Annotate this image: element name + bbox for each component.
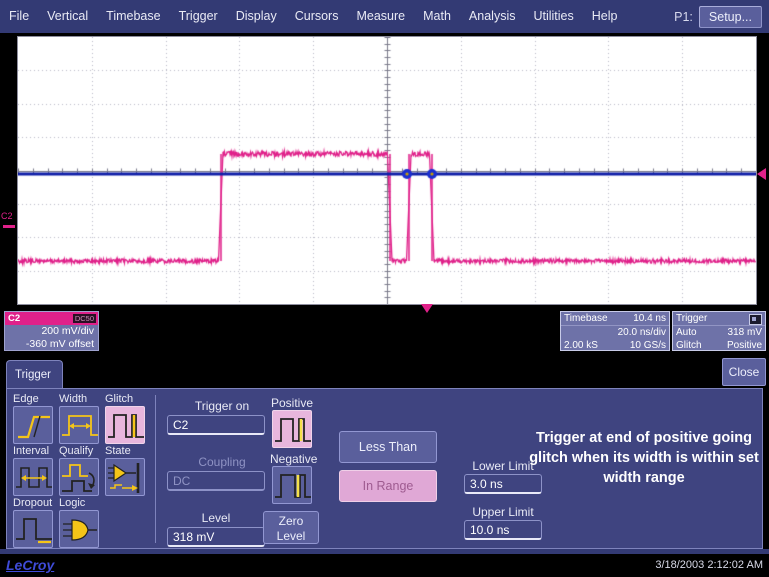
trigger-type-state[interactable]: State <box>105 445 147 496</box>
channel-trace-label: C2 <box>1 212 13 221</box>
timestamp: 3/18/2003 2:12:02 AM <box>655 559 763 571</box>
trigger-type-qualify-label: Qualify <box>59 445 101 458</box>
footer: LeCroy 3/18/2003 2:12:02 AM <box>0 554 769 577</box>
menu-item-cursors[interactable]: Cursors <box>286 0 348 33</box>
timebase-sample-rate: 10 GS/s <box>630 339 666 352</box>
timebase-scale-row: 20.0 ns/div <box>561 326 669 339</box>
zero-level-button[interactable]: Zero Level <box>263 511 319 544</box>
polarity-negative-label: Negative <box>270 452 314 466</box>
level-label: Level <box>167 511 265 525</box>
interval-icon <box>13 458 53 496</box>
level-field[interactable]: 318 mV <box>167 527 265 547</box>
menu-item-file[interactable]: File <box>0 0 38 33</box>
state-icon <box>105 458 145 496</box>
timebase-header: Timebase 10.4 ns <box>561 312 669 326</box>
mode-less-than-button[interactable]: Less Than <box>339 431 437 463</box>
trigger-type: Glitch <box>676 339 702 352</box>
glitch-icon <box>105 406 145 444</box>
trigger-level-value: 318 mV <box>728 326 762 339</box>
menu-item-display[interactable]: Display <box>227 0 286 33</box>
trigger-descriptor-title: Trigger <box>676 312 707 325</box>
trigger-type-glitch-label: Glitch <box>105 393 147 406</box>
channel-descriptor-c2[interactable]: C2 DC50 200 mV/div -360 mV offset <box>4 311 99 351</box>
mode-in-range-button[interactable]: In Range <box>339 470 437 502</box>
p1-label: P1: <box>674 10 699 24</box>
coupling-field: DC <box>167 471 265 491</box>
trigger-type-width-label: Width <box>59 393 101 406</box>
trigger-type-interval[interactable]: Interval <box>13 445 55 496</box>
dialog-divider <box>155 395 156 543</box>
coupling-label: Coupling <box>167 455 277 469</box>
menu-item-analysis[interactable]: Analysis <box>460 0 525 33</box>
menu-item-vertical[interactable]: Vertical <box>38 0 97 33</box>
trigger-type-panel: Edge Width Glitch Interval <box>11 391 151 546</box>
trigger-description-text: Trigger at end of positive going glitch … <box>520 428 768 488</box>
zero-level-line2: Level <box>264 529 318 544</box>
oscilloscope-app: File Vertical Timebase Trigger Display C… <box>0 0 769 577</box>
trigger-descriptor[interactable]: Trigger Auto 318 mV Glitch Positive <box>672 311 766 351</box>
trigger-type-width[interactable]: Width <box>59 393 101 444</box>
trigger-on-label: Trigger on <box>167 399 277 413</box>
negative-glitch-icon <box>272 466 312 504</box>
channel-scale: 200 mV/div <box>5 325 98 338</box>
timebase-descriptor[interactable]: Timebase 10.4 ns 20.0 ns/div 2.00 kS 10 … <box>560 311 670 351</box>
menu-item-trigger[interactable]: Trigger <box>170 0 227 33</box>
polarity-positive[interactable]: Positive <box>270 396 314 448</box>
channel-descriptor-header: C2 DC50 <box>5 312 98 325</box>
polarity-negative[interactable]: Negative <box>270 452 314 504</box>
lecroy-logo[interactable]: LeCroy <box>6 557 54 573</box>
trigger-type-dropout[interactable]: Dropout <box>13 497 55 548</box>
trigger-indicator-icon <box>749 314 762 325</box>
menu-item-timebase[interactable]: Timebase <box>97 0 169 33</box>
positive-glitch-icon <box>272 410 312 448</box>
qualify-icon <box>59 458 99 496</box>
channel-ground-marker <box>3 225 15 228</box>
trigger-descriptor-header: Trigger <box>673 312 765 326</box>
trigger-slope: Positive <box>727 339 762 352</box>
setup-button[interactable]: Setup... <box>699 6 762 28</box>
logic-icon <box>59 510 99 548</box>
menu-item-math[interactable]: Math <box>414 0 460 33</box>
timebase-scale: 20.0 ns/div <box>618 326 666 339</box>
waveform-canvas[interactable] <box>18 37 756 304</box>
trigger-type-edge-label: Edge <box>13 393 55 406</box>
trigger-type-glitch[interactable]: Glitch <box>105 393 147 444</box>
upper-limit-label: Upper Limit <box>460 505 546 519</box>
waveform-grid[interactable] <box>17 36 757 305</box>
timebase-delay: 10.4 ns <box>633 312 666 325</box>
timebase-memory: 2.00 kS <box>564 339 598 352</box>
timebase-title: Timebase <box>564 312 608 325</box>
menu-item-utilities[interactable]: Utilities <box>524 0 582 33</box>
dialog-tab-trigger[interactable]: Trigger <box>6 360 63 390</box>
trigger-type-logic-label: Logic <box>59 497 101 510</box>
trigger-type-interval-label: Interval <box>13 445 55 458</box>
channel-name: C2 <box>8 312 20 325</box>
dropout-icon <box>13 510 53 548</box>
trigger-type-dropout-label: Dropout <box>13 497 55 510</box>
trigger-mode: Auto <box>676 326 697 339</box>
trigger-type-row: Glitch Positive <box>673 339 765 352</box>
width-icon <box>59 406 99 444</box>
timebase-sample-row: 2.00 kS 10 GS/s <box>561 339 669 352</box>
polarity-positive-label: Positive <box>270 396 314 410</box>
trigger-type-state-label: State <box>105 445 147 458</box>
channel-offset: -360 mV offset <box>5 338 98 351</box>
upper-limit-field[interactable]: 10.0 ns <box>464 520 542 540</box>
trigger-level-marker-icon[interactable] <box>757 168 766 180</box>
menu-item-help[interactable]: Help <box>583 0 627 33</box>
menu-bar: File Vertical Timebase Trigger Display C… <box>0 0 769 33</box>
menu-item-measure[interactable]: Measure <box>347 0 414 33</box>
trigger-type-logic[interactable]: Logic <box>59 497 101 548</box>
trigger-mode-row: Auto 318 mV <box>673 326 765 339</box>
channel-coupling-badge: DC50 <box>73 314 96 323</box>
descriptor-row: C2 DC50 200 mV/div -360 mV offset Timeba… <box>0 310 769 354</box>
edge-icon <box>13 406 53 444</box>
zero-level-line1: Zero <box>264 514 318 529</box>
dialog-tab-label: Trigger <box>7 369 51 381</box>
trigger-on-field[interactable]: C2 <box>167 415 265 435</box>
trigger-type-edge[interactable]: Edge <box>13 393 55 444</box>
trigger-type-qualify[interactable]: Qualify <box>59 445 101 496</box>
close-button[interactable]: Close <box>722 358 766 386</box>
